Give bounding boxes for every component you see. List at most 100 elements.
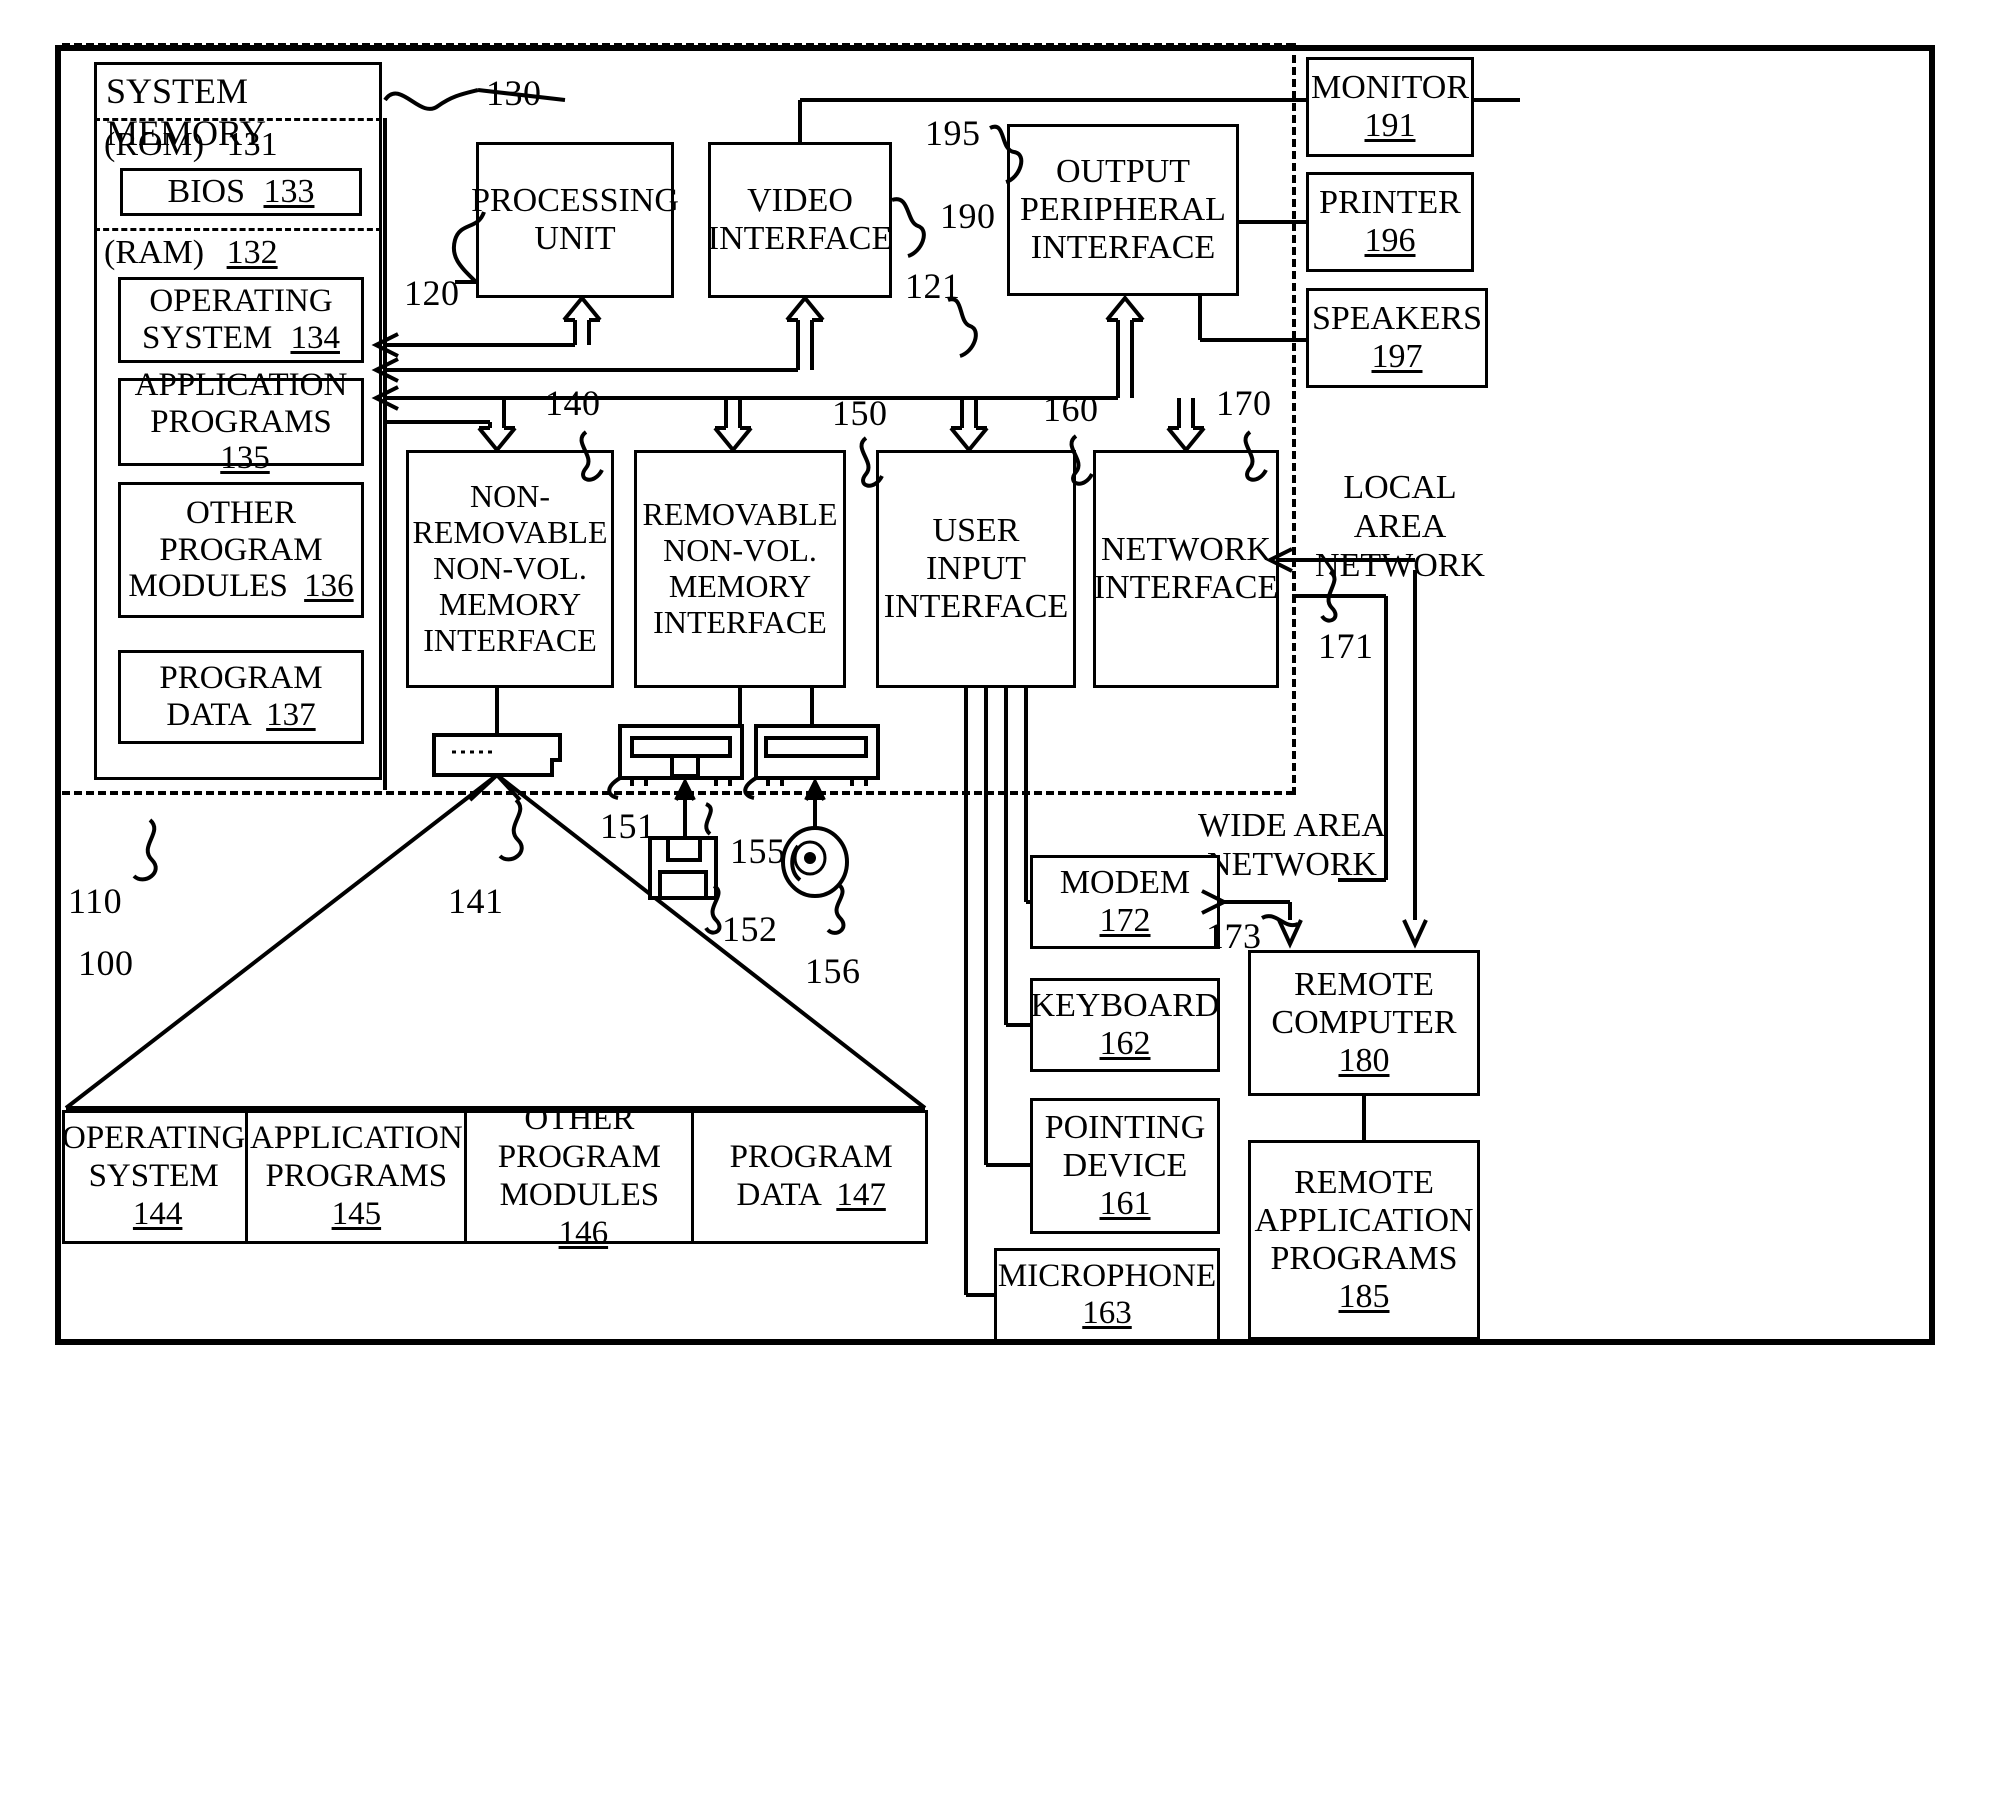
output-peripheral-interface-text: OUTPUT PERIPHERAL INTERFACE (1016, 153, 1230, 267)
ref-number-110: 110 (68, 881, 123, 921)
memory-item-0-line1: OPERATING (149, 283, 333, 320)
disk-content-2-text: OTHER PROGRAM MODULES 146 (467, 1101, 691, 1253)
memory-item-other-program-modules-text: OTHER PROGRAM MODULES 136 (124, 495, 357, 606)
nonrem-line2: REMOVABLE (412, 514, 608, 551)
ref-number-190: 190 (940, 196, 996, 236)
rem-line4: INTERFACE (653, 603, 827, 640)
memory-item-3-num: 137 (266, 697, 316, 733)
disk-content-0-text: OPERATING SYSTEM 144 (62, 1120, 245, 1234)
input-device-0-label: MODEM (1059, 863, 1191, 901)
memory-item-3-line1: PROGRAM (159, 660, 323, 697)
output-peripheral-line2: PERIPHERAL (1020, 190, 1226, 228)
video-interface-line2: INTERFACE (707, 220, 893, 257)
disk-content-1-line2: PROGRAMS (265, 1158, 448, 1195)
rom-label: (ROM) 131 (104, 125, 364, 165)
peripheral-2-num: 197 (1371, 338, 1423, 375)
remote-application-programs-box: REMOTE APPLICATION PROGRAMS 185 (1248, 1140, 1480, 1340)
memory-item-application-programs: APPLICATION PROGRAMS 135 (118, 367, 364, 476)
output-peripheral-line1: OUTPUT (1055, 152, 1191, 190)
disk-content-0-line2: SYSTEM (88, 1158, 219, 1195)
ram-ref-number: 132 (226, 234, 278, 271)
remote-computer-num: 180 (1338, 1042, 1390, 1080)
nonrem-line4: MEMORY (438, 585, 582, 622)
bios-label: BIOS (167, 172, 245, 210)
removable-memory-interface-text: REMOVABLE NON-VOL. MEMORY INTERFACE (639, 496, 842, 640)
non-removable-memory-interface-text: NON- REMOVABLE NON-VOL. MEMORY INTERFACE (409, 479, 612, 658)
non-removable-memory-interface-box: NON- REMOVABLE NON-VOL. MEMORY INTERFACE (406, 450, 614, 688)
ref-number-195: 195 (925, 113, 981, 153)
patent-figure: SYSTEM MEMORY (ROM) 131 BIOS 133 (RAM) 1… (0, 0, 1991, 1803)
ref-number-150: 150 (832, 393, 888, 433)
processing-unit-line1: PROCESSING (471, 181, 679, 219)
peripheral-1-num: 196 (1364, 222, 1416, 259)
remote-computer-text: REMOTE COMPUTER 180 (1267, 966, 1460, 1080)
memory-item-other-program-modules: OTHER PROGRAM MODULES 136 (118, 482, 364, 618)
memory-item-program-data-text: PROGRAM DATA 137 (155, 660, 326, 734)
peripheral-0-label: MONITOR (1310, 68, 1470, 106)
memory-item-application-programs-text: APPLICATION PROGRAMS 135 (121, 367, 361, 478)
ref-number-173: 173 (1206, 916, 1262, 956)
keyboard-text: KEYBOARD 162 (1027, 987, 1224, 1063)
modem-box: MODEM 172 (1030, 855, 1220, 949)
processing-unit-box: PROCESSING UNIT (471, 142, 679, 298)
memory-item-operating-system: OPERATING SYSTEM 134 (118, 277, 364, 363)
remote-application-programs-text: REMOTE APPLICATION PROGRAMS 185 (1250, 1164, 1477, 1316)
removable-memory-interface-box: REMOVABLE NON-VOL. MEMORY INTERFACE (634, 450, 846, 688)
input-device-2-num: 161 (1099, 1185, 1151, 1223)
local-area-network-label: LOCAL AREA NETWORK (1300, 468, 1500, 585)
input-device-2-line2: DEVICE (1062, 1146, 1188, 1184)
remote-computer-box: REMOTE COMPUTER 180 (1248, 950, 1480, 1096)
video-interface-line1: VIDEO (747, 181, 853, 219)
ref-number-100: 100 (78, 943, 134, 983)
disk-content-1-num: 145 (331, 1195, 382, 1232)
memory-item-2-line1: OTHER (185, 494, 296, 531)
memory-item-1-line1: APPLICATION (134, 366, 348, 403)
wan-line1: WIDE AREA (1198, 807, 1386, 844)
ref-number-170: 170 (1216, 383, 1272, 423)
microphone-text: MICROPHONE 163 (994, 1258, 1220, 1332)
monitor-text: MONITOR 191 (1307, 69, 1473, 145)
network-interface-box: NETWORK INTERFACE (1093, 450, 1279, 688)
disk-content-3-line2: DATA (736, 1177, 821, 1213)
peripheral-2-label: SPEAKERS (1311, 299, 1483, 337)
memory-item-program-data: PROGRAM DATA 137 (118, 650, 364, 744)
modem-text: MODEM 172 (1056, 864, 1194, 940)
remote-computer-line1: REMOTE (1294, 965, 1434, 1003)
memory-item-3-line2: DATA (166, 697, 250, 733)
bios-box: BIOS 133 (120, 168, 362, 216)
speakers-box: SPEAKERS 197 (1306, 288, 1488, 388)
ref-number-152: 152 (722, 909, 778, 949)
ref-number-160: 160 (1043, 389, 1099, 429)
ref-number-171: 171 (1318, 626, 1374, 666)
disk-content-0-line1: OPERATING (62, 1120, 246, 1157)
input-device-3-num: 163 (1082, 1295, 1132, 1331)
disk-content-cell-operating-system: OPERATING SYSTEM 144 (62, 1110, 249, 1244)
disk-content-cell-program-data: PROGRAM DATA 147 (694, 1110, 928, 1244)
disk-content-2-line3: MODULES (499, 1177, 660, 1213)
video-interface-text: VIDEO INTERFACE (704, 182, 896, 258)
remote-apps-line1: REMOTE (1294, 1163, 1434, 1201)
output-peripheral-line3: INTERFACE (1030, 229, 1216, 267)
memory-item-1-num: 135 (220, 440, 270, 477)
disk-content-3-num: 147 (836, 1177, 886, 1213)
pointing-device-box: POINTING DEVICE 161 (1030, 1098, 1220, 1234)
microphone-box: MICROPHONE 163 (994, 1248, 1220, 1342)
bios-box-text: BIOS 133 (164, 173, 319, 211)
ref-number-155: 155 (730, 831, 786, 871)
memory-item-1-line2: PROGRAMS (150, 403, 332, 440)
disk-content-3-line1: PROGRAM (729, 1139, 893, 1176)
disk-content-1-line1: APPLICATION (250, 1120, 463, 1157)
peripheral-1-label: PRINTER (1319, 183, 1461, 221)
monitor-box: MONITOR 191 (1306, 57, 1474, 157)
remote-apps-line3: PROGRAMS (1270, 1240, 1458, 1277)
memory-item-0-line2: SYSTEM (142, 320, 273, 356)
input-device-1-num: 162 (1099, 1025, 1151, 1062)
network-interface-text: NETWORK INTERFACE (1090, 531, 1282, 607)
video-interface-box: VIDEO INTERFACE (708, 142, 892, 298)
disk-content-2-num: 146 (558, 1214, 609, 1251)
user-input-interface-text: USER INPUT INTERFACE (879, 512, 1073, 626)
computer-boundary-top (62, 43, 1294, 47)
disk-content-2-line2: PROGRAM (497, 1139, 661, 1176)
rom-ref-number: 131 (226, 126, 278, 163)
user-input-interface-box: USER INPUT INTERFACE (876, 450, 1076, 688)
